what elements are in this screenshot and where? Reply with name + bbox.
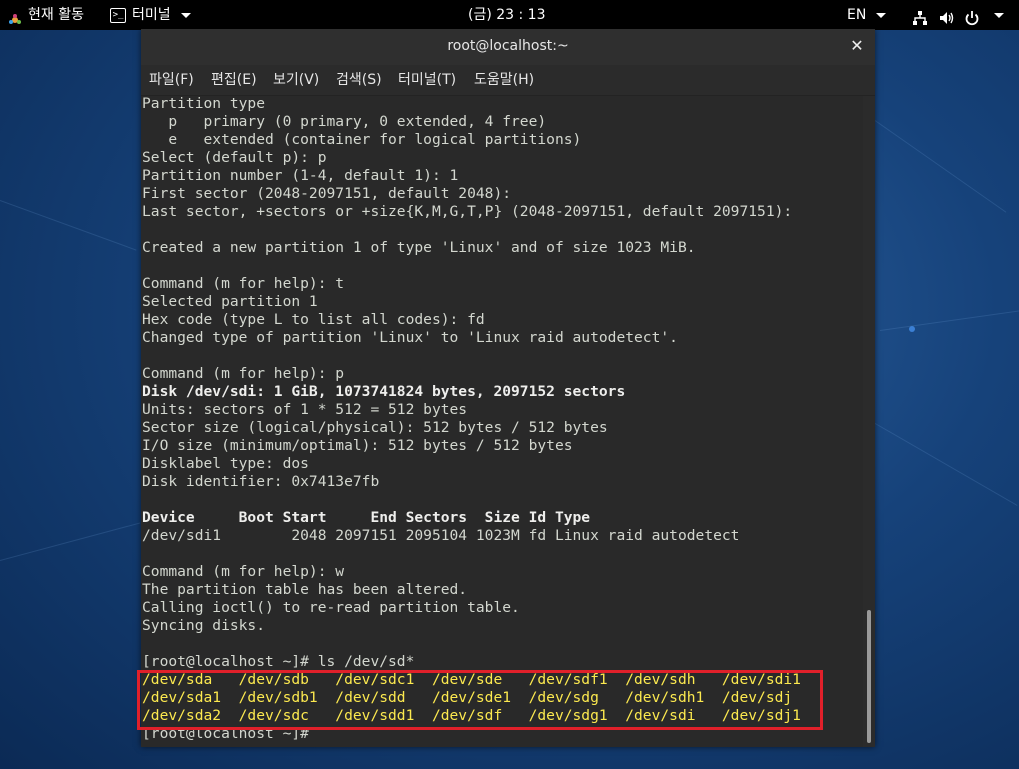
highlight-box xyxy=(137,670,823,730)
menu-bar: 파일(F) 편집(E) 보기(V) 검색(S) 터미널(T) 도움말(H) xyxy=(141,65,875,96)
menu-search[interactable]: 검색(S) xyxy=(336,65,382,95)
menu-terminal[interactable]: 터미널(T) xyxy=(398,65,456,95)
window-titlebar[interactable]: root@localhost:~ ✕ xyxy=(141,29,875,65)
terminal-line: Partition type xyxy=(142,96,266,112)
activities-label: 현재 활동 xyxy=(28,7,84,23)
terminal-line: I/O size (minimum/optimal): 512 bytes / … xyxy=(142,437,573,454)
desktop-dot xyxy=(909,326,915,332)
terminal-line: Syncing disks. xyxy=(142,617,266,634)
terminal-output[interactable]: Partition type p primary (0 primary, 0 e… xyxy=(141,96,863,747)
scrollbar[interactable] xyxy=(863,96,875,747)
top-bar: 현재 활동 >_ 터미널 (금) 23 : 13 EN xyxy=(0,0,1019,30)
terminal-line: Disk /dev/sdi: 1 GiB, 1073741824 bytes, … xyxy=(142,383,626,400)
terminal-line: Units: sectors of 1 * 512 = 512 bytes xyxy=(142,401,468,418)
app-menu-button[interactable]: >_ 터미널 xyxy=(110,0,191,30)
clock-label: (금) 23 : 13 xyxy=(468,7,546,23)
terminal-line: The partition table has been altered. xyxy=(142,581,468,598)
terminal-line: Disk identifier: 0x7413e7fb xyxy=(142,473,380,490)
activities-button[interactable]: 현재 활동 xyxy=(8,0,84,30)
terminal-line: Sector size (logical/physical): 512 byte… xyxy=(142,419,608,436)
terminal-line: Partition number (1-4, default 1): 1 xyxy=(142,167,459,184)
terminal-line: Select (default p): p xyxy=(142,149,327,166)
language-selector[interactable]: EN xyxy=(847,0,887,30)
menu-file[interactable]: 파일(F) xyxy=(149,65,194,95)
terminal-line: Command (m for help): w xyxy=(142,563,345,580)
scrollbar-thumb[interactable] xyxy=(867,610,871,743)
terminal-text: Partition type p primary (0 primary, 0 e… xyxy=(142,96,801,743)
chevron-down-icon xyxy=(180,12,191,18)
terminal-line: Command (m for help): p xyxy=(142,365,345,382)
chevron-down-icon xyxy=(876,12,887,18)
menu-help[interactable]: 도움말(H) xyxy=(474,65,534,95)
network-icon xyxy=(912,7,928,25)
terminal-icon: >_ xyxy=(110,7,126,23)
terminal-line: Selected partition 1 xyxy=(142,293,318,310)
terminal-line: Changed type of partition 'Linux' to 'Li… xyxy=(142,329,678,346)
terminal-line: Device Boot Start End Sectors Size Id Ty… xyxy=(142,509,591,526)
system-menu-button[interactable] xyxy=(912,0,1004,30)
terminal-line: [root@localhost ~]# ls /dev/sd* xyxy=(142,653,415,670)
app-menu-label: 터미널 xyxy=(132,7,171,23)
activities-icon xyxy=(8,8,22,24)
menu-edit[interactable]: 편집(E) xyxy=(211,65,257,95)
volume-icon xyxy=(938,7,954,24)
terminal-line: p primary (0 primary, 0 extended, 4 free… xyxy=(142,113,547,130)
terminal-line: Last sector, +sectors or +size{K,M,G,T,P… xyxy=(142,203,793,220)
clock-button[interactable]: (금) 23 : 13 xyxy=(468,0,546,30)
terminal-line: Hex code (type L to list all codes): fd xyxy=(142,311,485,328)
terminal-line: e extended (container for logical partit… xyxy=(142,131,582,148)
terminal-line: First sector (2048-2097151, default 2048… xyxy=(142,185,512,202)
terminal-line: Calling ioctl() to re-read partition tab… xyxy=(142,599,520,616)
chevron-down-icon xyxy=(994,12,1004,18)
terminal-line: Disklabel type: dos xyxy=(142,455,309,472)
menu-view[interactable]: 보기(V) xyxy=(273,65,319,95)
terminal-line: /dev/sdi1 2048 2097151 2095104 1023M fd … xyxy=(142,527,740,544)
terminal-window: root@localhost:~ ✕ 파일(F) 편집(E) 보기(V) 검색(… xyxy=(141,29,875,747)
power-icon xyxy=(964,7,980,26)
terminal-line: Command (m for help): t xyxy=(142,275,345,292)
window-title: root@localhost:~ xyxy=(447,38,569,54)
close-icon[interactable]: ✕ xyxy=(849,29,865,65)
terminal-line: Created a new partition 1 of type 'Linux… xyxy=(142,239,696,256)
language-label: EN xyxy=(847,7,867,23)
